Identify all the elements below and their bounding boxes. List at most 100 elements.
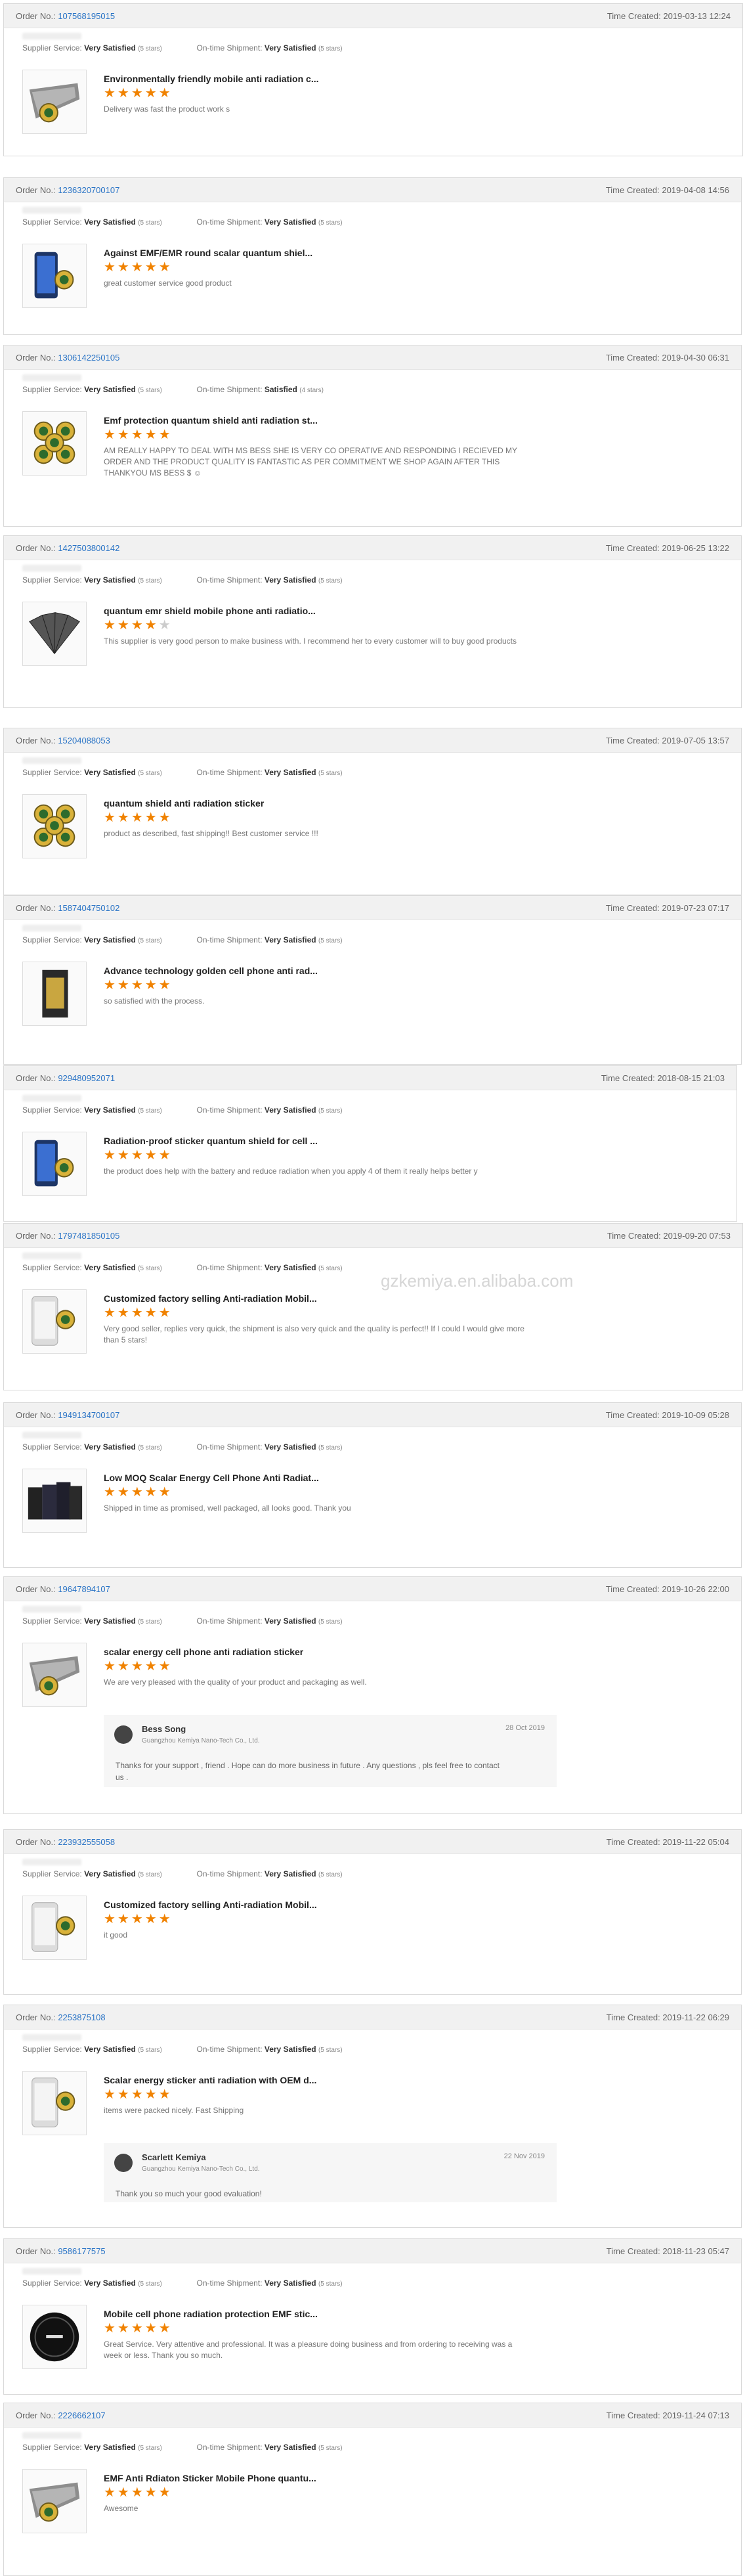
order-number-label: Order No.: xyxy=(16,2410,56,2420)
product-thumbnail[interactable] xyxy=(22,1896,87,1960)
order-header: Order No.: 2226662107 Time Created: 2019… xyxy=(4,2403,741,2428)
supplier-service-value: Very Satisfied xyxy=(84,768,136,777)
supplier-service-value: Very Satisfied xyxy=(84,217,136,227)
order-number-link[interactable]: 1427503800142 xyxy=(58,543,119,553)
ontime-shipment-stars: (5 stars) xyxy=(318,2047,343,2054)
service-ratings: Supplier Service: Very Satisfied (5 star… xyxy=(22,575,343,585)
order-number-link[interactable]: 2226662107 xyxy=(58,2410,105,2420)
supplier-service-label: Supplier Service: xyxy=(22,1442,82,1452)
supplier-service-stars: (5 stars) xyxy=(138,2445,162,2452)
product-thumbnail[interactable] xyxy=(22,2469,87,2533)
order-number-link[interactable]: 1797481850105 xyxy=(58,1231,119,1241)
supplier-service-stars: (5 stars) xyxy=(138,1618,162,1626)
feedback-text: Very good seller, replies very quick, th… xyxy=(104,1324,524,1344)
order-header: Order No.: 1427503800142 Time Created: 2… xyxy=(4,536,741,560)
supplier-service-label: Supplier Service: xyxy=(22,43,82,53)
time-created-label: Time Created: xyxy=(606,1837,660,1847)
order-card: Order No.: 1427503800142 Time Created: 2… xyxy=(3,535,742,708)
time-created-label: Time Created: xyxy=(607,11,661,21)
product-title[interactable]: quantum emr shield mobile phone anti rad… xyxy=(104,606,316,616)
product-thumbnail[interactable] xyxy=(22,2071,87,2135)
ontime-shipment-label: On-time Shipment: xyxy=(196,217,263,227)
product-title[interactable]: scalar energy cell phone anti radiation … xyxy=(104,1647,303,1657)
ontime-shipment-value: Very Satisfied xyxy=(264,768,316,777)
time-created: Time Created: 2019-10-26 22:00 xyxy=(606,1584,729,1594)
ontime-shipment-value: Very Satisfied xyxy=(264,1442,316,1452)
feedback-text: Delivery was fast the product work s xyxy=(104,104,230,114)
product-thumbnail[interactable] xyxy=(22,602,87,666)
feedback-text: it good xyxy=(104,1930,128,1940)
product-title[interactable]: Mobile cell phone radiation protection E… xyxy=(104,2309,318,2319)
supplier-service-label: Supplier Service: xyxy=(22,575,82,585)
order-card: Order No.: 9586177575 Time Created: 2018… xyxy=(3,2238,742,2395)
product-thumbnail[interactable] xyxy=(22,244,87,308)
time-created: Time Created: 2019-09-20 07:53 xyxy=(607,1231,731,1241)
order-card: Order No.: 2226662107 Time Created: 2019… xyxy=(3,2403,742,2576)
rating-stars: ★★★★★ xyxy=(104,1912,173,1926)
time-created: Time Created: 2019-11-22 05:04 xyxy=(607,1837,729,1847)
order-number: Order No.: 1427503800142 xyxy=(16,543,119,553)
product-title[interactable]: Environmentally friendly mobile anti rad… xyxy=(104,74,319,84)
product-thumbnail[interactable] xyxy=(22,70,87,134)
supplier-service-value: Very Satisfied xyxy=(84,2278,136,2288)
time-created-value: 2019-10-09 05:28 xyxy=(662,1410,729,1420)
product-thumbnail[interactable] xyxy=(22,1132,87,1196)
buyer-name-blurred xyxy=(22,1432,81,1438)
supplier-service-value: Very Satisfied xyxy=(84,2045,136,2054)
product-title[interactable]: Radiation-proof sticker quantum shield f… xyxy=(104,1136,318,1146)
product-title[interactable]: Low MOQ Scalar Energy Cell Phone Anti Ra… xyxy=(104,1473,319,1483)
product-thumbnail[interactable] xyxy=(22,962,87,1026)
product-thumbnail[interactable] xyxy=(22,1469,87,1533)
product-title[interactable]: Customized factory selling Anti-radiatio… xyxy=(104,1899,317,1910)
time-created: Time Created: 2019-04-30 06:31 xyxy=(606,353,729,363)
ontime-shipment-value: Very Satisfied xyxy=(264,2045,316,2054)
supplier-service-label: Supplier Service: xyxy=(22,935,82,944)
product-title[interactable]: quantum shield anti radiation sticker xyxy=(104,798,264,809)
product-thumbnail[interactable] xyxy=(22,1289,87,1354)
order-number-label: Order No.: xyxy=(16,736,56,745)
order-number-link[interactable]: 1306142250105 xyxy=(58,353,119,363)
time-created-label: Time Created: xyxy=(606,2012,660,2022)
supplier-service-stars: (5 stars) xyxy=(138,937,162,944)
order-number-label: Order No.: xyxy=(16,1073,56,1083)
service-ratings: Supplier Service: Very Satisfied (5 star… xyxy=(22,1869,343,1878)
rating-stars: ★★★★★ xyxy=(104,2087,173,2102)
order-number-link[interactable]: 929480952071 xyxy=(58,1073,115,1083)
product-thumbnail[interactable] xyxy=(22,2305,87,2369)
supplier-service-value: Very Satisfied xyxy=(84,1263,136,1272)
order-number: Order No.: 223932555058 xyxy=(16,1837,115,1847)
order-header: Order No.: 929480952071 Time Created: 20… xyxy=(4,1066,736,1090)
order-number-link[interactable]: 19647894107 xyxy=(58,1584,110,1594)
feedback-text: items were packed nicely. Fast Shipping xyxy=(104,2106,244,2115)
product-title[interactable]: Emf protection quantum shield anti radia… xyxy=(104,415,318,426)
product-thumbnail[interactable] xyxy=(22,1643,87,1707)
order-number-link[interactable]: 1949134700107 xyxy=(58,1410,119,1420)
product-title[interactable]: EMF Anti Rdiaton Sticker Mobile Phone qu… xyxy=(104,2473,316,2483)
order-number-link[interactable]: 2253875108 xyxy=(58,2012,105,2022)
ontime-shipment-value: Very Satisfied xyxy=(264,43,316,53)
order-card: Order No.: 929480952071 Time Created: 20… xyxy=(3,1065,737,1222)
supplier-service-stars: (5 stars) xyxy=(138,45,162,53)
product-title[interactable]: Scalar energy sticker anti radiation wit… xyxy=(104,2075,316,2085)
ontime-shipment-label: On-time Shipment: xyxy=(196,2045,263,2054)
product-thumbnail[interactable] xyxy=(22,411,87,476)
supplier-service-value: Very Satisfied xyxy=(84,575,136,585)
product-thumbnail[interactable] xyxy=(22,794,87,858)
product-title[interactable]: Customized factory selling Anti-radiatio… xyxy=(104,1293,317,1304)
supplier-reply: Bess Song Guangzhou Kemiya Nano-Tech Co.… xyxy=(104,1715,557,1787)
order-number-link[interactable]: 223932555058 xyxy=(58,1837,115,1847)
time-created-label: Time Created: xyxy=(605,1410,660,1420)
order-number-link[interactable]: 107568195015 xyxy=(58,11,115,21)
supplier-service-value: Very Satisfied xyxy=(84,1869,136,1878)
product-title[interactable]: Advance technology golden cell phone ant… xyxy=(104,966,318,976)
order-number-link[interactable]: 15204088053 xyxy=(58,736,110,745)
product-title[interactable]: Against EMF/EMR round scalar quantum shi… xyxy=(104,248,312,258)
order-number-link[interactable]: 1236320700107 xyxy=(58,185,119,195)
ontime-shipment-stars: (5 stars) xyxy=(318,1618,343,1626)
order-number-link[interactable]: 9586177575 xyxy=(58,2246,105,2256)
ontime-shipment-stars: (5 stars) xyxy=(318,219,343,227)
time-created-label: Time Created: xyxy=(601,1073,655,1083)
order-number-label: Order No.: xyxy=(16,903,56,913)
order-number-link[interactable]: 1587404750102 xyxy=(58,903,119,913)
supplier-service-stars: (5 stars) xyxy=(138,2047,162,2054)
